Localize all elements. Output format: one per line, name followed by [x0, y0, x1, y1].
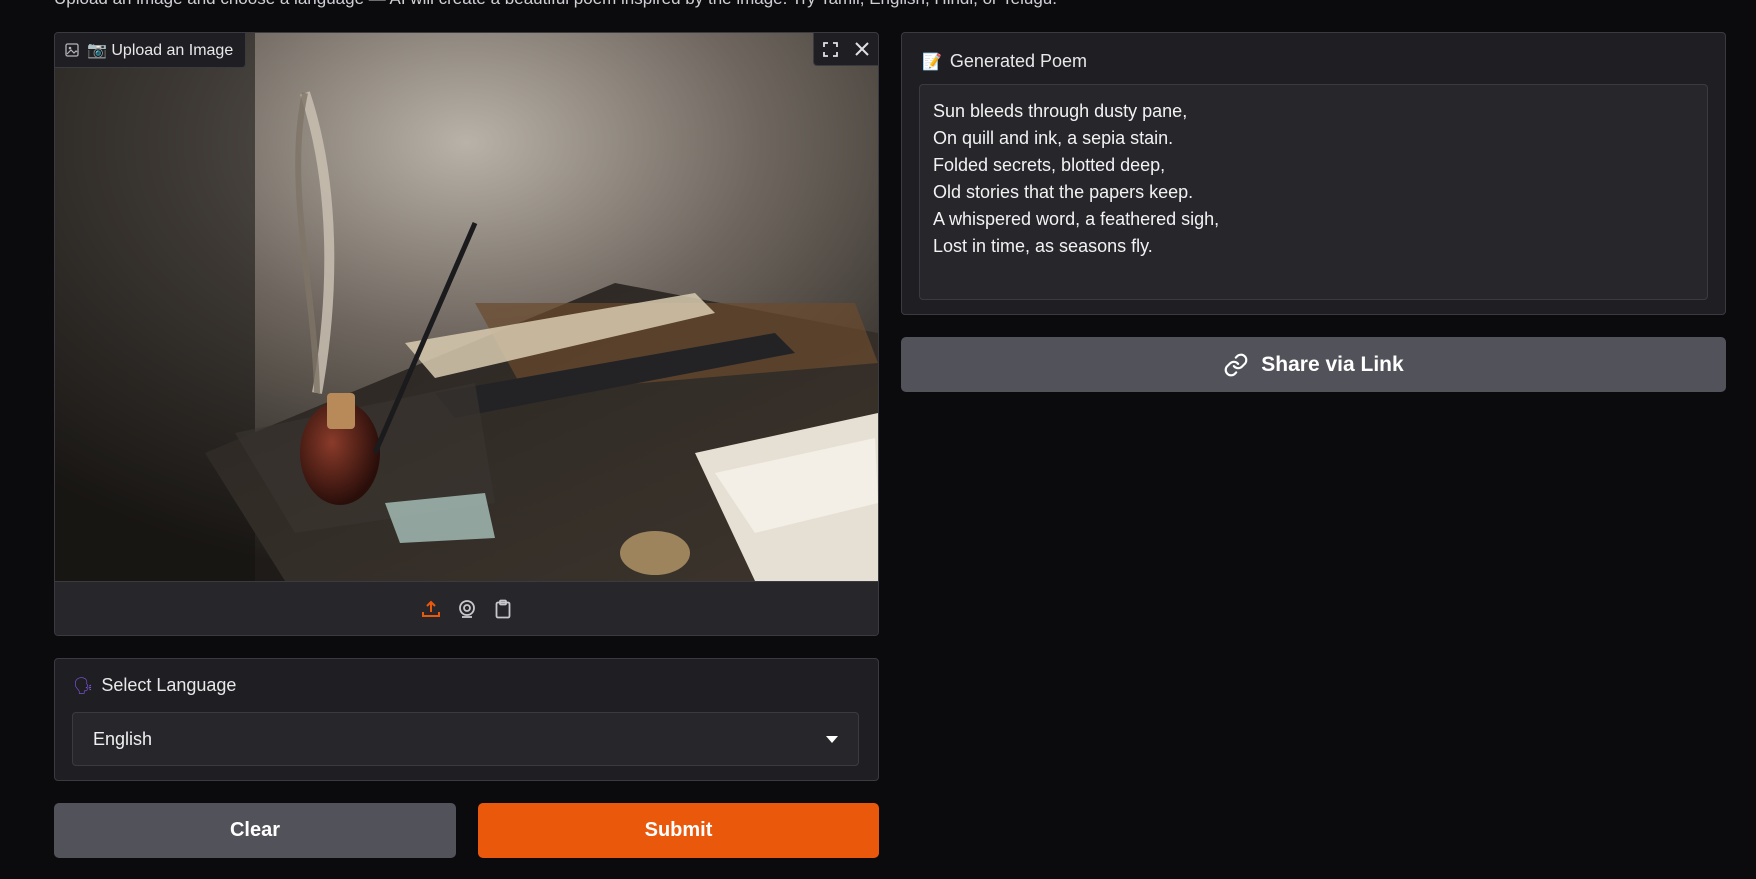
- image-toolbar: [813, 33, 878, 66]
- share-link-label: Share via Link: [1261, 352, 1404, 376]
- image-icon: [65, 43, 79, 57]
- image-input-label-text: 📷 Upload an Image: [87, 42, 234, 59]
- link-icon: [1223, 352, 1249, 378]
- language-label: 🗣 Select Language: [73, 675, 236, 696]
- clipboard-icon[interactable]: [492, 598, 514, 620]
- speaking-head-icon: 🗣: [73, 677, 94, 695]
- image-upload-panel: 📷 Upload an Image: [54, 32, 879, 636]
- memo-icon: 📝: [922, 53, 942, 71]
- poem-output[interactable]: Sun bleeds through dusty pane, On quill …: [919, 84, 1708, 300]
- image-source-bar: [55, 581, 878, 635]
- webcam-icon[interactable]: [456, 598, 478, 620]
- share-link-button[interactable]: Share via Link: [901, 337, 1726, 392]
- submit-button[interactable]: Submit: [478, 803, 879, 858]
- intro-text: Upload an image and choose a language — …: [54, 0, 1057, 9]
- uploaded-image: [55, 33, 878, 581]
- poem-label: 📝 Generated Poem: [922, 51, 1087, 72]
- fullscreen-icon[interactable]: [814, 33, 846, 65]
- language-selected-value: English: [93, 728, 153, 749]
- image-input-label: 📷 Upload an Image: [55, 33, 247, 68]
- poem-label-text: Generated Poem: [949, 51, 1088, 71]
- language-label-text: Select Language: [101, 675, 237, 695]
- language-dropdown[interactable]: English: [72, 712, 859, 766]
- chevron-down-icon: [826, 735, 838, 743]
- language-panel: 🗣 Select Language English: [54, 658, 879, 781]
- clear-button[interactable]: Clear: [54, 803, 456, 858]
- close-icon[interactable]: [846, 33, 878, 65]
- upload-icon[interactable]: [420, 598, 442, 620]
- poem-panel: 📝 Generated Poem Sun bleeds through dust…: [901, 32, 1726, 315]
